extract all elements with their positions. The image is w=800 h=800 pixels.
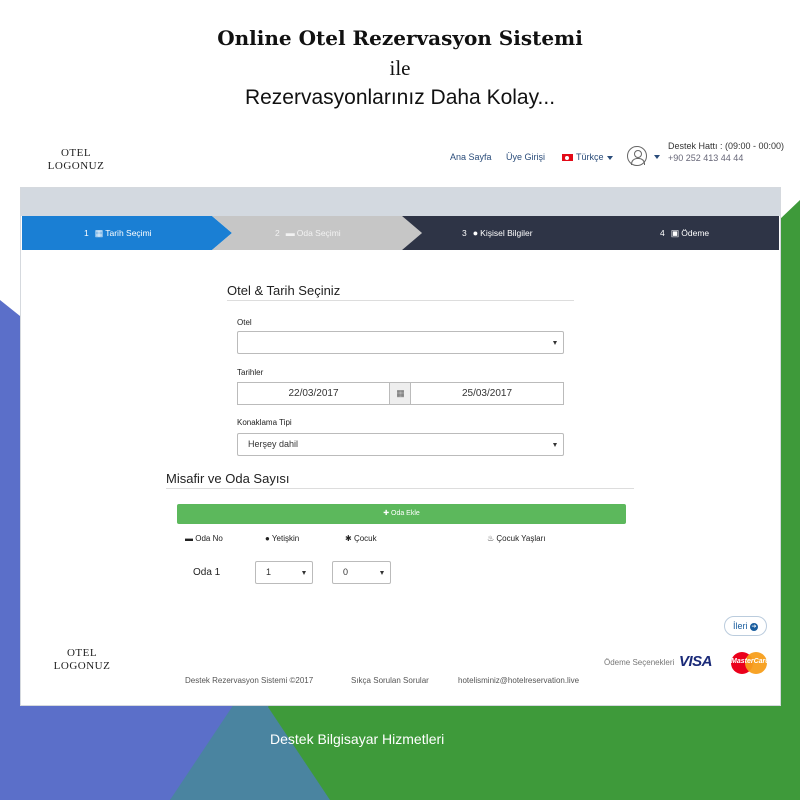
child-icon: ✱ [345, 534, 354, 543]
step-payment[interactable]: 4 ▣ Ödeme [660, 216, 709, 250]
calendar-icon: ▦ [94, 228, 104, 238]
visa-logo: VISA [679, 653, 713, 670]
section-divider [227, 300, 574, 301]
select-arrow-icon [553, 443, 557, 447]
payment-options-label: Ödeme Seçenekleri [604, 658, 675, 667]
company-name: Destek Bilgisayar Hizmetleri [270, 731, 445, 747]
user-account-icon[interactable] [627, 146, 647, 166]
credit-card-icon: ▣ [670, 228, 680, 238]
nav-login-link[interactable]: Üye Girişi [506, 152, 545, 162]
footer-faq-link[interactable]: Sıkça Sorulan Sorular [351, 676, 429, 685]
support-info: Destek Hattı : (09:00 - 00:00) +90 252 4… [668, 141, 785, 163]
adult-icon: ● [265, 534, 272, 543]
nav-home-link[interactable]: Ana Sayfa [450, 152, 492, 162]
hotel-date-section-title: Otel & Tarih Seçiniz [227, 283, 341, 298]
language-dropdown[interactable]: Türkçe [562, 152, 613, 162]
bed-icon: ▬ [285, 228, 295, 238]
next-button[interactable]: İleri ➔ [724, 616, 767, 636]
headline-tagline: Rezervasyonlarınız Daha Kolay... [244, 86, 556, 109]
calendar-icon[interactable]: ▦ [390, 382, 411, 405]
col-child-ages: ♨ Çocuk Yaşları [487, 534, 546, 543]
select-arrow-icon [380, 571, 384, 575]
site-logo[interactable]: OTEL LOGONUZ [46, 147, 106, 173]
child-count-select[interactable]: 0 [332, 561, 391, 584]
arrow-right-icon: ➔ [750, 622, 759, 631]
select-arrow-icon [553, 341, 557, 345]
hotel-label: Otel [237, 318, 252, 327]
turkey-flag-icon [562, 154, 573, 162]
select-arrow-icon [302, 571, 306, 575]
step-date-selection[interactable]: 1 ▦ Tarih Seçimi [84, 216, 152, 250]
room-row-label: Oda 1 [193, 567, 221, 578]
step-room-selection[interactable]: 2 ▬ Oda Seçimi [275, 216, 341, 250]
hotel-select[interactable] [237, 331, 564, 354]
step-wizard: 1 ▦ Tarih Seçimi 2 ▬ Oda Seçimi 3 ● Kişisel Bi… [22, 216, 779, 250]
dates-label: Tarihler [237, 368, 264, 377]
headline-connector: ile [389, 56, 411, 80]
panel-header-band [21, 188, 780, 216]
footer-logo[interactable]: OTEL LOGONUZ [52, 647, 112, 673]
col-room-no: ▬ Oda No [185, 534, 223, 543]
cake-icon: ♨ [487, 534, 497, 543]
headline-title: Online Otel Rezervasyon Sistemi [217, 26, 583, 50]
plus-icon: ✚ [383, 510, 391, 517]
footer-copyright: Destek Rezervasyon Sistemi ©2017 [185, 676, 314, 685]
section-divider [166, 488, 634, 489]
user-menu-chevron-icon[interactable] [654, 155, 660, 159]
add-room-button[interactable]: ✚ Oda Ekle [177, 504, 626, 524]
guest-room-section-title: Misafir ve Oda Sayısı [166, 471, 290, 486]
user-icon: ● [472, 228, 479, 238]
checkin-date-input[interactable]: 22/03/2017 [237, 382, 390, 405]
checkout-date-input[interactable]: 25/03/2017 [410, 382, 564, 405]
col-child: ✱ Çocuk [345, 534, 377, 543]
mastercard-logo: MasterCard [731, 651, 770, 675]
bed-icon: ▬ [185, 534, 196, 543]
chevron-down-icon [606, 155, 613, 160]
col-adult: ● Yetişkin [265, 534, 300, 543]
board-type-label: Konaklama Tipi [237, 418, 292, 427]
step-personal-info[interactable]: 3 ● Kişisel Bilgiler [462, 216, 533, 250]
board-type-select[interactable]: Herşey dahil [237, 433, 564, 456]
adult-count-select[interactable]: 1 [255, 561, 313, 584]
footer-email-link[interactable]: hotelisminiz@hotelreservation.live [458, 676, 579, 685]
reservation-panel: 1 ▦ Tarih Seçimi 2 ▬ Oda Seçimi 3 ● Kişisel Bi… [20, 187, 781, 706]
